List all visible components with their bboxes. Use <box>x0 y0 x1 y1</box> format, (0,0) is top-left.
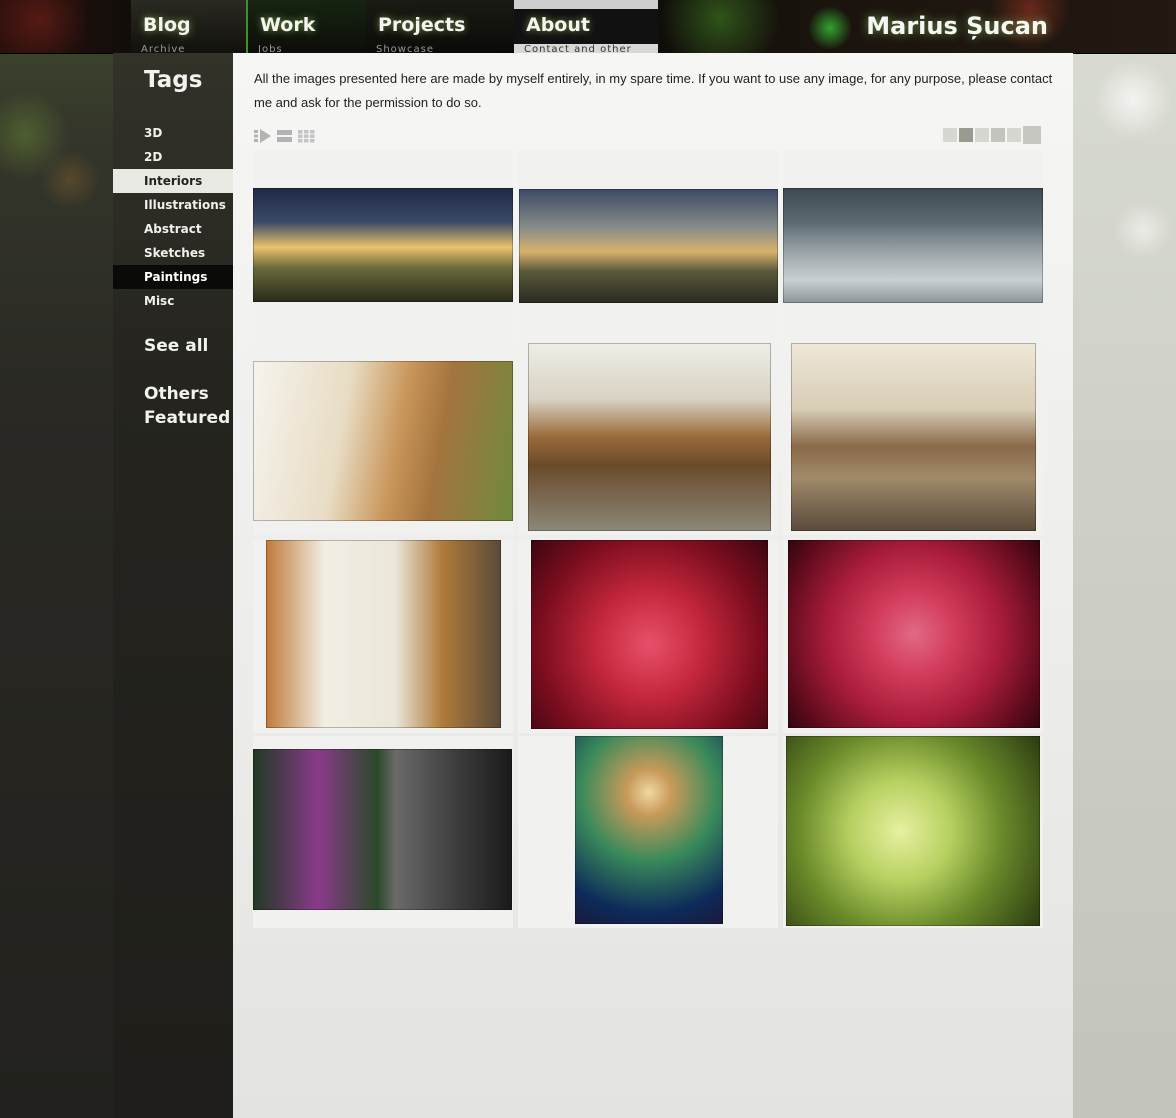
thumbnail-size-option[interactable] <box>1007 128 1021 142</box>
gallery-thumbnail-red-rose-abstract[interactable] <box>788 540 1040 728</box>
sidebar-title: Tags <box>144 67 203 93</box>
tag-item-sketches[interactable]: Sketches <box>113 241 233 265</box>
gallery-cell <box>783 343 1043 535</box>
main-content: All the images presented here are made b… <box>233 53 1073 1118</box>
gallery-thumbnail-green-bubbles-abstract[interactable] <box>786 736 1040 926</box>
nav-work[interactable]: Work Jobs <box>246 0 366 53</box>
gallery-cell <box>253 736 513 928</box>
gallery-thumbnail-living-room-window[interactable] <box>266 540 501 728</box>
page-background-left <box>0 0 113 1118</box>
tag-item-2d[interactable]: 2D <box>113 145 233 169</box>
gallery-thumbnail-piano-room-interior[interactable] <box>528 343 771 531</box>
list-view-icon[interactable] <box>277 128 295 142</box>
nav-label: Work <box>260 14 316 36</box>
bokeh-light <box>1113 200 1173 260</box>
gallery-cell <box>253 540 513 733</box>
gallery-thumbnail-glowing-mushroom[interactable] <box>575 736 723 924</box>
gallery-cell <box>783 736 1043 928</box>
tag-item-misc[interactable]: Misc <box>113 289 233 313</box>
tag-item-paintings[interactable]: Paintings <box>113 265 233 289</box>
nav-label: Projects <box>378 14 466 36</box>
gallery-thumbnail-red-hearts-abstract[interactable] <box>531 540 768 729</box>
top-navigation-bar: Blog Archive Work Jobs Projects Showcase… <box>0 0 1176 54</box>
bokeh-light <box>1093 60 1173 140</box>
nav-projects[interactable]: Projects Showcase <box>366 0 514 53</box>
gallery-cell <box>253 150 513 340</box>
gallery-thumbnail-dusk-church-panorama[interactable] <box>519 189 778 303</box>
tag-item-3d[interactable]: 3D <box>113 121 233 145</box>
tag-item-illustrations[interactable]: Illustrations <box>113 193 233 217</box>
gallery-cell <box>518 736 778 928</box>
gallery-cell <box>783 540 1043 733</box>
nav-submenu-peek: Archive <box>141 44 186 53</box>
tag-item-interiors[interactable]: Interiors <box>113 169 233 193</box>
image-gallery <box>253 150 1045 928</box>
thumbnail-size-option[interactable] <box>943 128 957 142</box>
thumbnail-size-picker <box>943 126 1043 144</box>
nav-submenu-peek: Showcase <box>376 44 434 53</box>
intro-text: All the images presented here are made b… <box>254 71 1053 110</box>
bokeh-light <box>40 150 100 210</box>
others-featured-link[interactable]: Others Featured <box>144 382 234 430</box>
nav-about[interactable]: About Contact and other <box>514 0 658 53</box>
gallery-thumbnail-living-room-armchairs[interactable] <box>791 343 1036 531</box>
nav-blog[interactable]: Blog Archive <box>131 0 246 53</box>
site-brand[interactable]: Marius Șucan <box>866 12 1048 40</box>
gallery-thumbnail-winter-church-panorama[interactable] <box>783 188 1043 303</box>
see-all-link[interactable]: See all <box>144 334 208 358</box>
gallery-cell <box>518 343 778 535</box>
nav-submenu-peek: Jobs <box>258 44 283 53</box>
gallery-cell <box>783 150 1043 340</box>
thumbnail-size-option[interactable] <box>959 128 973 142</box>
nav-submenu-peek: Contact and other <box>524 44 632 53</box>
grid-view-icon[interactable] <box>298 128 316 143</box>
nav-label: About <box>526 14 590 36</box>
page-background-right <box>1073 0 1176 1118</box>
tag-list: 3D 2D Interiors Illustrations Abstract S… <box>113 121 233 313</box>
gallery-cell <box>253 343 513 535</box>
bokeh-light <box>0 90 70 180</box>
gallery-thumbnail-dining-room-interior[interactable] <box>253 361 513 521</box>
thumbnail-size-option[interactable] <box>1023 126 1041 144</box>
thumbnail-size-option[interactable] <box>991 128 1005 142</box>
tags-sidebar: Tags 3D 2D Interiors Illustrations Abstr… <box>113 53 233 1118</box>
gallery-cell <box>518 150 778 340</box>
nav-label: Blog <box>143 14 191 36</box>
gallery-cell <box>518 540 778 733</box>
gallery-thumbnail-autumn-night-church-panorama[interactable] <box>253 188 513 302</box>
slideshow-view-icon[interactable] <box>254 128 272 143</box>
thumbnail-size-option[interactable] <box>975 128 989 142</box>
tag-item-abstract[interactable]: Abstract <box>113 217 233 241</box>
gallery-thumbnail-fantasy-shoe-diptych[interactable] <box>253 749 512 910</box>
